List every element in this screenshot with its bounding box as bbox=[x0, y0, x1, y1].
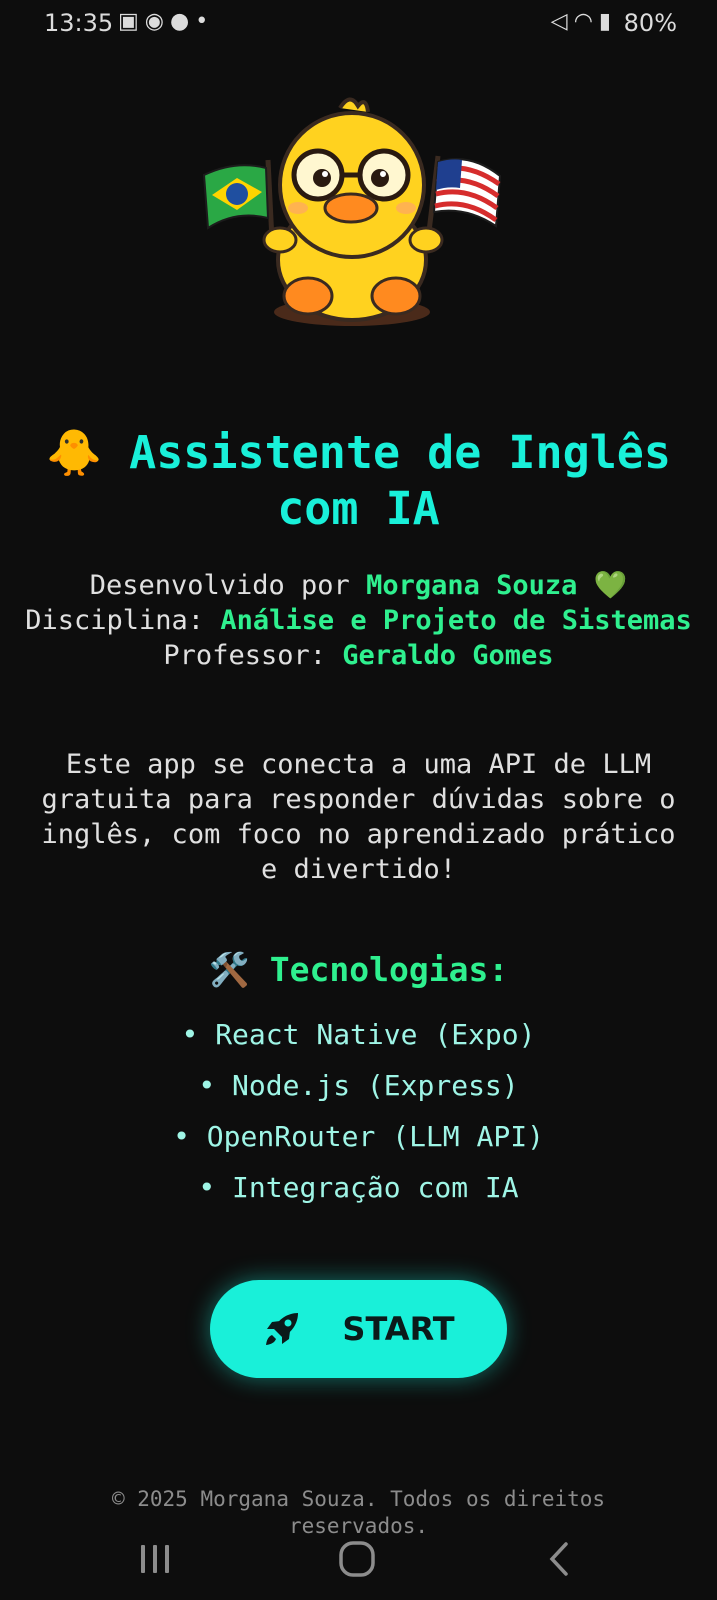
chick-emoji: 🐥 bbox=[46, 426, 103, 479]
discipline-line: Disciplina: Análise e Projeto de Sistema… bbox=[20, 603, 697, 638]
technologies-heading: 🛠️ Tecnologias: bbox=[208, 950, 509, 989]
title-text: Assistente de Inglês com IA bbox=[129, 426, 671, 535]
developer-line: Desenvolvido por Morgana Souza 💚 bbox=[20, 568, 697, 603]
discipline-label: Disciplina: bbox=[25, 605, 221, 636]
back-icon[interactable] bbox=[540, 1539, 580, 1579]
mute-icon: ◁ bbox=[550, 9, 574, 34]
developer-name: Morgana Souza bbox=[366, 570, 578, 601]
professor-name: Geraldo Gomes bbox=[342, 640, 554, 671]
list-item: • React Native (Expo) bbox=[181, 1018, 536, 1051]
system-nav-bar bbox=[0, 1535, 717, 1585]
chat-icon: ◉ bbox=[144, 9, 170, 34]
start-button[interactable]: START bbox=[210, 1280, 507, 1378]
page-title: 🐥 Assistente de Inglês com IA bbox=[40, 425, 677, 537]
dot-icon: • bbox=[195, 9, 215, 34]
professor-label: Professor: bbox=[163, 640, 343, 671]
list-item: • Integração com IA bbox=[198, 1171, 519, 1204]
signal-icon: ▮ bbox=[598, 9, 617, 34]
duck-mascot-with-flags bbox=[202, 97, 502, 326]
list-item: • OpenRouter (LLM API) bbox=[173, 1120, 544, 1153]
status-time: 13:35 bbox=[44, 9, 114, 37]
battery-level: 80% bbox=[623, 9, 677, 37]
professor-line: Professor: Geraldo Gomes bbox=[20, 638, 697, 673]
app-description: Este app se conecta a uma API de LLM gra… bbox=[41, 749, 676, 885]
notification-icons: ▣◉●• bbox=[118, 9, 214, 34]
start-label: START bbox=[342, 1310, 455, 1348]
home-icon[interactable] bbox=[337, 1539, 377, 1579]
discipline-name: Análise e Projeto de Sistemas bbox=[220, 605, 692, 636]
technologies-list: • React Native (Expo) • Node.js (Express… bbox=[0, 1015, 717, 1219]
brazil-flag bbox=[202, 159, 275, 241]
recent-apps-icon[interactable] bbox=[135, 1539, 175, 1579]
system-icons: ◁◠▮ bbox=[551, 9, 617, 34]
list-item: • Node.js (Express) bbox=[198, 1069, 519, 1102]
android-icon: ● bbox=[170, 9, 196, 34]
wifi-icon: ◠ bbox=[573, 9, 599, 34]
gallery-icon: ▣ bbox=[118, 9, 145, 34]
green-heart-emoji: 💚 bbox=[593, 570, 628, 601]
credits: Desenvolvido por Morgana Souza 💚 Discipl… bbox=[20, 568, 697, 673]
rocket-icon bbox=[266, 1313, 299, 1345]
usa-flag bbox=[425, 155, 502, 241]
developer-label: Desenvolvido por bbox=[89, 570, 367, 601]
footer-copyright: © 2025 Morgana Souza. Todos os direitos … bbox=[111, 1487, 606, 1538]
status-bar: 13:35 ▣◉●• ◁◠▮ 80% bbox=[0, 0, 717, 48]
